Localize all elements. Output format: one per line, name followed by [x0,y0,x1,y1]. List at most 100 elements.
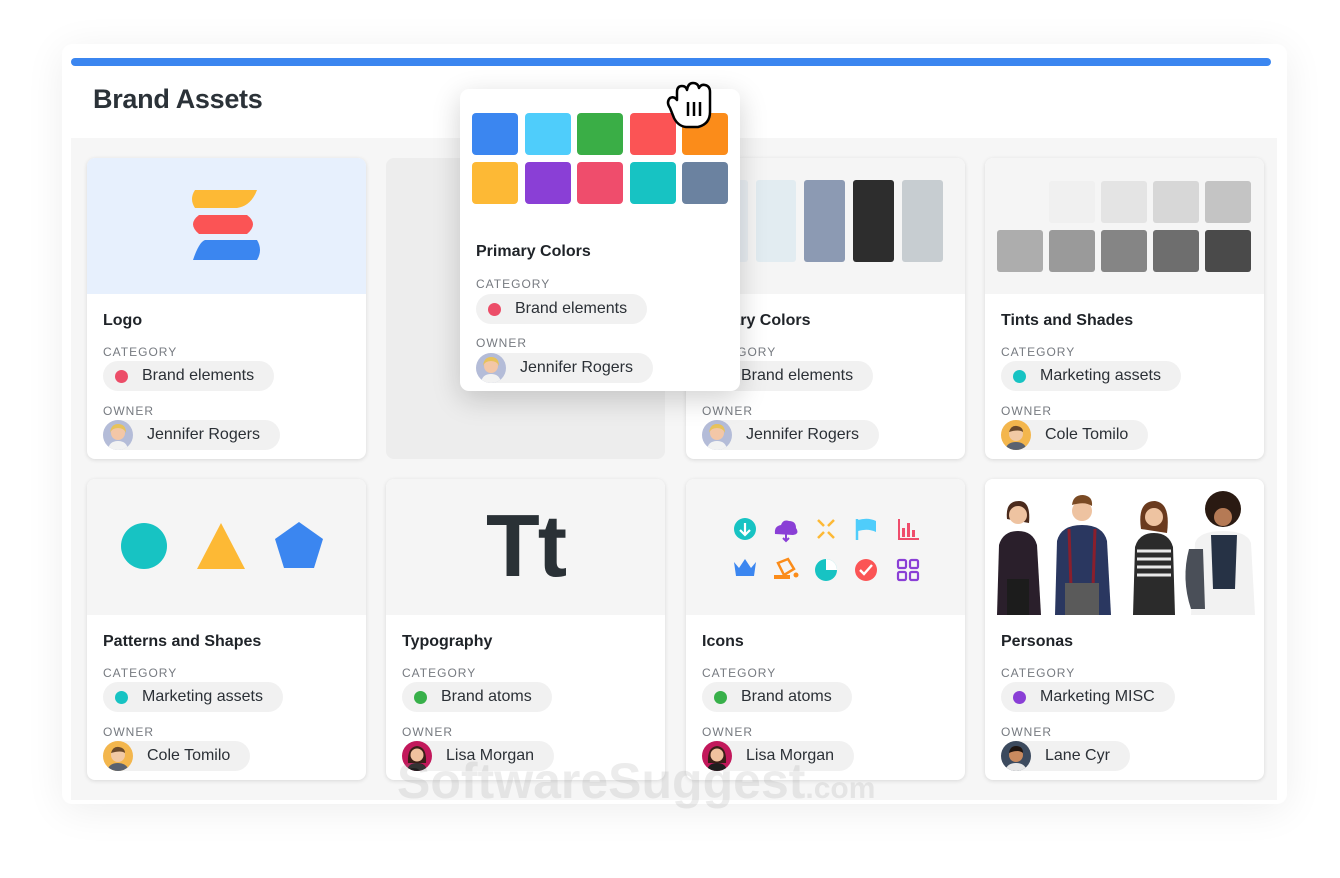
avatar-cole [1001,420,1031,450]
card-thumbnail: Tt [386,479,665,615]
download-circle-icon [734,518,756,540]
avatar-jennifer [103,420,133,450]
persona-figure-2 [1055,495,1111,615]
category-value: Brand atoms [441,688,532,706]
card-name: Logo [103,312,142,330]
avatar-lane [1001,741,1031,771]
category-label: CATEGORY [103,666,177,680]
typography-glyph: Tt [386,501,665,591]
category-label: CATEGORY [402,666,476,680]
category-pill[interactable]: Brand elements [103,361,274,391]
category-label: CATEGORY [702,666,776,680]
category-label: CATEGORY [1001,666,1075,680]
owner-label: OWNER [702,404,753,418]
category-dot-icon [488,303,501,316]
owner-pill[interactable]: Jennifer Rogers [702,420,879,450]
color-swatch [472,162,518,204]
avatar-cole [103,741,133,771]
card-name: Typography [402,633,492,651]
owner-pill[interactable]: Jennifer Rogers [476,353,653,383]
watermark-main: SoftwareSuggest [397,753,805,809]
category-pill[interactable]: Brand elements [476,294,647,324]
color-swatch [577,113,623,155]
bar-chart-icon [898,519,919,540]
card-patterns-and-shapes[interactable]: Patterns and Shapes CATEGORY Marketing a… [87,479,366,780]
persona-figure-1 [997,501,1041,615]
flag-icon [857,519,876,540]
card-thumbnail [87,158,366,294]
card-name: Personas [1001,633,1073,651]
card-icons[interactable]: Icons CATEGORY Brand atoms OWNER Lisa Mo… [686,479,965,780]
owner-label: OWNER [402,725,453,739]
owner-label: OWNER [476,336,527,350]
color-swatch [682,162,728,204]
category-label: CATEGORY [1001,345,1075,359]
category-pill[interactable]: Marketing assets [103,682,283,712]
dragged-card-primary-colors[interactable]: Primary Colors CATEGORY Brand elements O… [460,89,740,391]
category-value: Marketing assets [1040,367,1161,385]
page-title: Brand Assets [93,84,262,115]
category-value: Brand atoms [741,688,832,706]
shapes-icon [87,479,366,615]
category-dot-icon [414,691,427,704]
card-name: Tints and Shades [1001,312,1133,330]
owner-value: Cole Tomilo [1045,426,1128,444]
card-logo[interactable]: Logo CATEGORY Brand elements OWNER Jenni… [87,158,366,459]
owner-value: Jennifer Rogers [520,359,633,377]
owner-pill[interactable]: Cole Tomilo [103,741,250,771]
card-thumbnail [87,479,366,615]
owner-pill[interactable]: Lane Cyr [1001,741,1130,771]
check-circle-icon [855,559,877,581]
avatar-jennifer [476,353,506,383]
category-value: Brand elements [741,367,853,385]
color-swatch [472,113,518,155]
avatar-jennifer [702,420,732,450]
persona-figure-4 [1185,491,1255,615]
owner-label: OWNER [1001,404,1052,418]
category-dot-icon [115,691,128,704]
card-name: Icons [702,633,744,651]
category-dot-icon [714,691,727,704]
category-value: Brand elements [515,300,627,318]
top-accent-bar [71,58,1271,66]
card-tints-and-shades[interactable]: Tints and Shades CATEGORY Marketing asse… [985,158,1264,459]
card-personas[interactable]: Personas CATEGORY Marketing MISC OWNER L… [985,479,1264,780]
card-thumbnail [985,479,1264,615]
card-thumbnail [686,479,965,615]
category-pill[interactable]: Marketing assets [1001,361,1181,391]
owner-label: OWNER [1001,725,1052,739]
pie-chart-icon [815,559,837,581]
owner-value: Jennifer Rogers [746,426,859,444]
collapse-icon [818,520,834,538]
crown-icon [734,559,756,576]
category-pill[interactable]: Brand atoms [702,682,852,712]
category-value: Marketing MISC [1040,688,1155,706]
category-dot-icon [1013,370,1026,383]
card-typography[interactable]: Tt Typography CATEGORY Brand atoms OWNER… [386,479,665,780]
owner-pill[interactable]: Jennifer Rogers [103,420,280,450]
owner-pill[interactable]: Cole Tomilo [1001,420,1148,450]
color-swatch [630,162,676,204]
grab-hand-cursor-icon [660,78,718,132]
grid-icon [898,560,918,580]
category-label: CATEGORY [476,277,550,291]
color-swatch [525,113,571,155]
cloud-download-icon [775,521,798,542]
color-swatch [525,162,571,204]
persona-figure-3 [1133,501,1175,615]
category-label: CATEGORY [103,345,177,359]
owner-value: Lane Cyr [1045,747,1110,765]
card-thumbnail [985,158,1264,294]
category-pill[interactable]: Brand atoms [402,682,552,712]
personas-photo [985,479,1264,615]
card-name: Patterns and Shapes [103,633,261,651]
logo-icon [87,158,366,294]
watermark: SoftwareSuggest.com [397,752,875,810]
watermark-suffix: .com [805,772,875,805]
owner-label: OWNER [103,725,154,739]
category-value: Brand elements [142,367,254,385]
icon-set-preview [686,479,965,615]
category-dot-icon [1013,691,1026,704]
owner-label: OWNER [103,404,154,418]
category-pill[interactable]: Marketing MISC [1001,682,1175,712]
